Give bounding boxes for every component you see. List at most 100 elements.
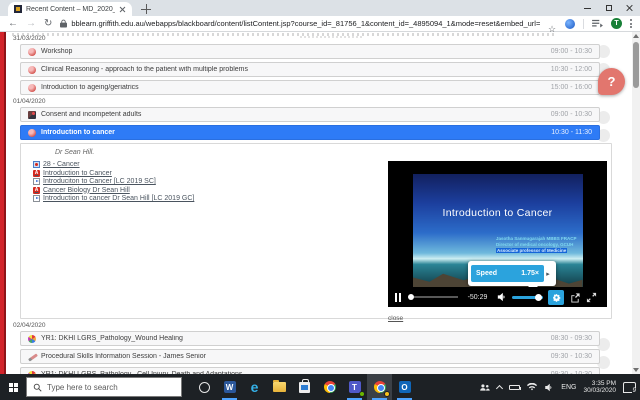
link-label: Cancer Biology Dr Sean Hill [43,186,130,194]
taskbar-teams-button[interactable] [342,374,367,400]
attachment-links: 28 - Cancer Introduction to Cancer Intro… [33,161,194,202]
taskbar-cortana-button[interactable] [192,374,217,400]
link-label: Introduction to Cancer [43,169,112,177]
reload-icon[interactable]: ↻ [44,18,52,29]
link-label: Introduciton to Cancer [LC 2019 SC] [43,178,156,185]
slide-credits: Jasotha Sanmugarajah MBBS FRACP Director… [495,236,577,253]
windows-taskbar: Type here to search ENG 3:35 PM 30/03/20… [0,374,640,400]
scroll-up-arrow[interactable] [633,34,639,38]
taskbar-chrome-button[interactable] [317,374,342,400]
taskbar-search-box[interactable]: Type here to search [26,377,182,397]
chrome-icon [323,381,336,393]
content-list: 31/03/2020 Workshop 09:00 - 10:30 Clinic… [13,32,612,374]
reading-list-icon[interactable] [592,19,603,28]
event-row-ageing[interactable]: Introduction to ageing/geriatrics 15:00 … [20,80,600,95]
settings-gear-button[interactable] [548,289,564,305]
tab-title: Recent Content – MD_2020_inta [26,5,115,13]
vertical-scrollbar[interactable] [632,32,640,374]
extension-icon[interactable] [565,18,575,29]
event-title: YR1: DKHI LGRS_Pathology_Wound Healing [41,335,183,342]
notification-count-badge: 9 [631,387,637,394]
close-window-button[interactable] [619,0,640,16]
network-icon[interactable] [527,383,538,391]
browser-tab-bar: Recent Content – MD_2020_inta [0,0,640,16]
battery-icon[interactable] [509,384,522,390]
event-row-intro-cancer-selected[interactable]: Introduction to cancer 10:30 - 11:30 [20,125,600,140]
scroll-down-arrow[interactable] [633,368,639,372]
event-row-consent[interactable]: Consent and incompetent adults 09:00 - 1… [20,107,600,122]
speed-value: 1.75× [521,270,539,277]
forward-icon[interactable]: → [26,18,36,29]
event-row-workshop[interactable]: Workshop 09:00 - 10:30 [20,44,600,59]
url-field[interactable]: bblearn.griffith.edu.au/webapps/blackboa… [60,19,540,28]
people-icon[interactable] [479,383,491,392]
submenu-arrow-icon: ▸ [546,270,550,278]
maximize-button[interactable] [598,0,619,16]
window-controls [577,0,640,16]
video-play-icon [33,178,40,185]
profile-badge [384,391,390,397]
volume-slider[interactable] [512,293,543,301]
link-label: 28 - Cancer [43,161,80,168]
link-intro-to-cancer-video-sc[interactable]: Introduciton to Cancer [LC 2019 SC] [33,178,194,185]
profile-avatar[interactable]: T [611,18,622,29]
help-button[interactable]: ? [598,68,625,95]
volume-icon[interactable] [497,292,507,302]
taskbar-store-button[interactable] [292,374,317,400]
event-row-wound-healing[interactable]: YR1: DKHI LGRS_Pathology_Wound Healing 0… [20,331,600,346]
speaker-icon[interactable] [544,383,554,392]
event-row-clinical-reasoning[interactable]: Clinical Reasoning - approach to the pat… [20,62,600,77]
browser-address-bar: ← → ↻ bblearn.griffith.edu.au/webapps/bl… [0,16,640,32]
show-hidden-icons-chevron[interactable] [496,384,504,392]
link-intro-to-cancer-video-gc[interactable]: Introduction to cancer Dr Sean Hill [LC … [33,195,194,202]
minimize-button[interactable] [577,0,598,16]
seek-bar[interactable] [408,294,458,300]
event-time: 15:00 - 16:00 [550,84,592,91]
link-label: Introduction to cancer Dr Sean Hill [LC … [43,195,195,202]
edge-icon [251,381,259,393]
pdf-icon [33,186,40,194]
taskbar-active-chrome-button[interactable] [367,374,392,400]
browser-menu-icon[interactable] [630,19,632,28]
date-label: 31/03/2020 [13,35,46,42]
close-player-link[interactable]: close [388,315,403,322]
clock-time: 3:35 PM [591,379,616,387]
toolbar-divider [583,18,584,29]
link-intro-to-cancer-pdf[interactable]: Introduction to Cancer [33,169,194,177]
browser-tab[interactable]: Recent Content – MD_2020_inta [8,2,132,16]
course-menu-red-stripe[interactable] [0,32,6,374]
event-title: Consent and incompetent adults [41,111,142,118]
video-controls: -50:29 [388,287,607,307]
event-time: 08:30 - 09:30 [550,335,592,342]
event-row-cell-injury[interactable]: YR1: DKHI LGRS_Pathology_ Cell Injury, D… [20,367,600,374]
word-icon [223,381,236,393]
bookmark-star-icon[interactable] [548,19,557,28]
event-time: 10:30 - 11:30 [551,129,592,136]
presenter-name: Dr Sean Hill. [55,149,95,156]
new-tab-button[interactable] [141,4,151,14]
credit-line: Director of medical oncology, GCUH [495,242,574,247]
start-button[interactable] [0,374,26,400]
event-time: 09:00 - 10:30 [550,48,592,55]
event-row-procedural-skills[interactable]: Procedural Skills Information Session - … [20,349,600,364]
scrollbar-thumb[interactable] [633,42,639,88]
popout-icon[interactable] [569,292,581,303]
link-28-cancer[interactable]: 28 - Cancer [33,161,194,168]
microsoft-store-icon [299,378,310,393]
taskbar-clock[interactable]: 3:35 PM 30/03/2020 [583,380,616,395]
speed-setting[interactable]: Speed 1.75× [471,265,544,282]
taskbar-outlook-button[interactable] [392,374,417,400]
pause-button[interactable] [395,292,403,302]
video-player[interactable]: Introduction to Cancer Jasotha Sanmugara… [388,161,607,307]
taskbar-edge-button[interactable] [242,374,267,400]
back-icon[interactable]: ← [8,18,18,29]
taskbar-word-button[interactable] [217,374,242,400]
link-cancer-biology-pdf[interactable]: Cancer Biology Dr Sean Hill [33,186,194,194]
screen: Recent Content – MD_2020_inta ← → ↻ bble… [0,0,640,400]
language-indicator[interactable]: ENG [561,384,576,391]
pdf-icon [33,169,40,177]
fullscreen-icon[interactable] [586,292,597,303]
taskbar-explorer-button[interactable] [267,374,292,400]
tab-close-icon[interactable] [119,6,126,13]
action-center-icon[interactable]: 9 [623,381,637,394]
